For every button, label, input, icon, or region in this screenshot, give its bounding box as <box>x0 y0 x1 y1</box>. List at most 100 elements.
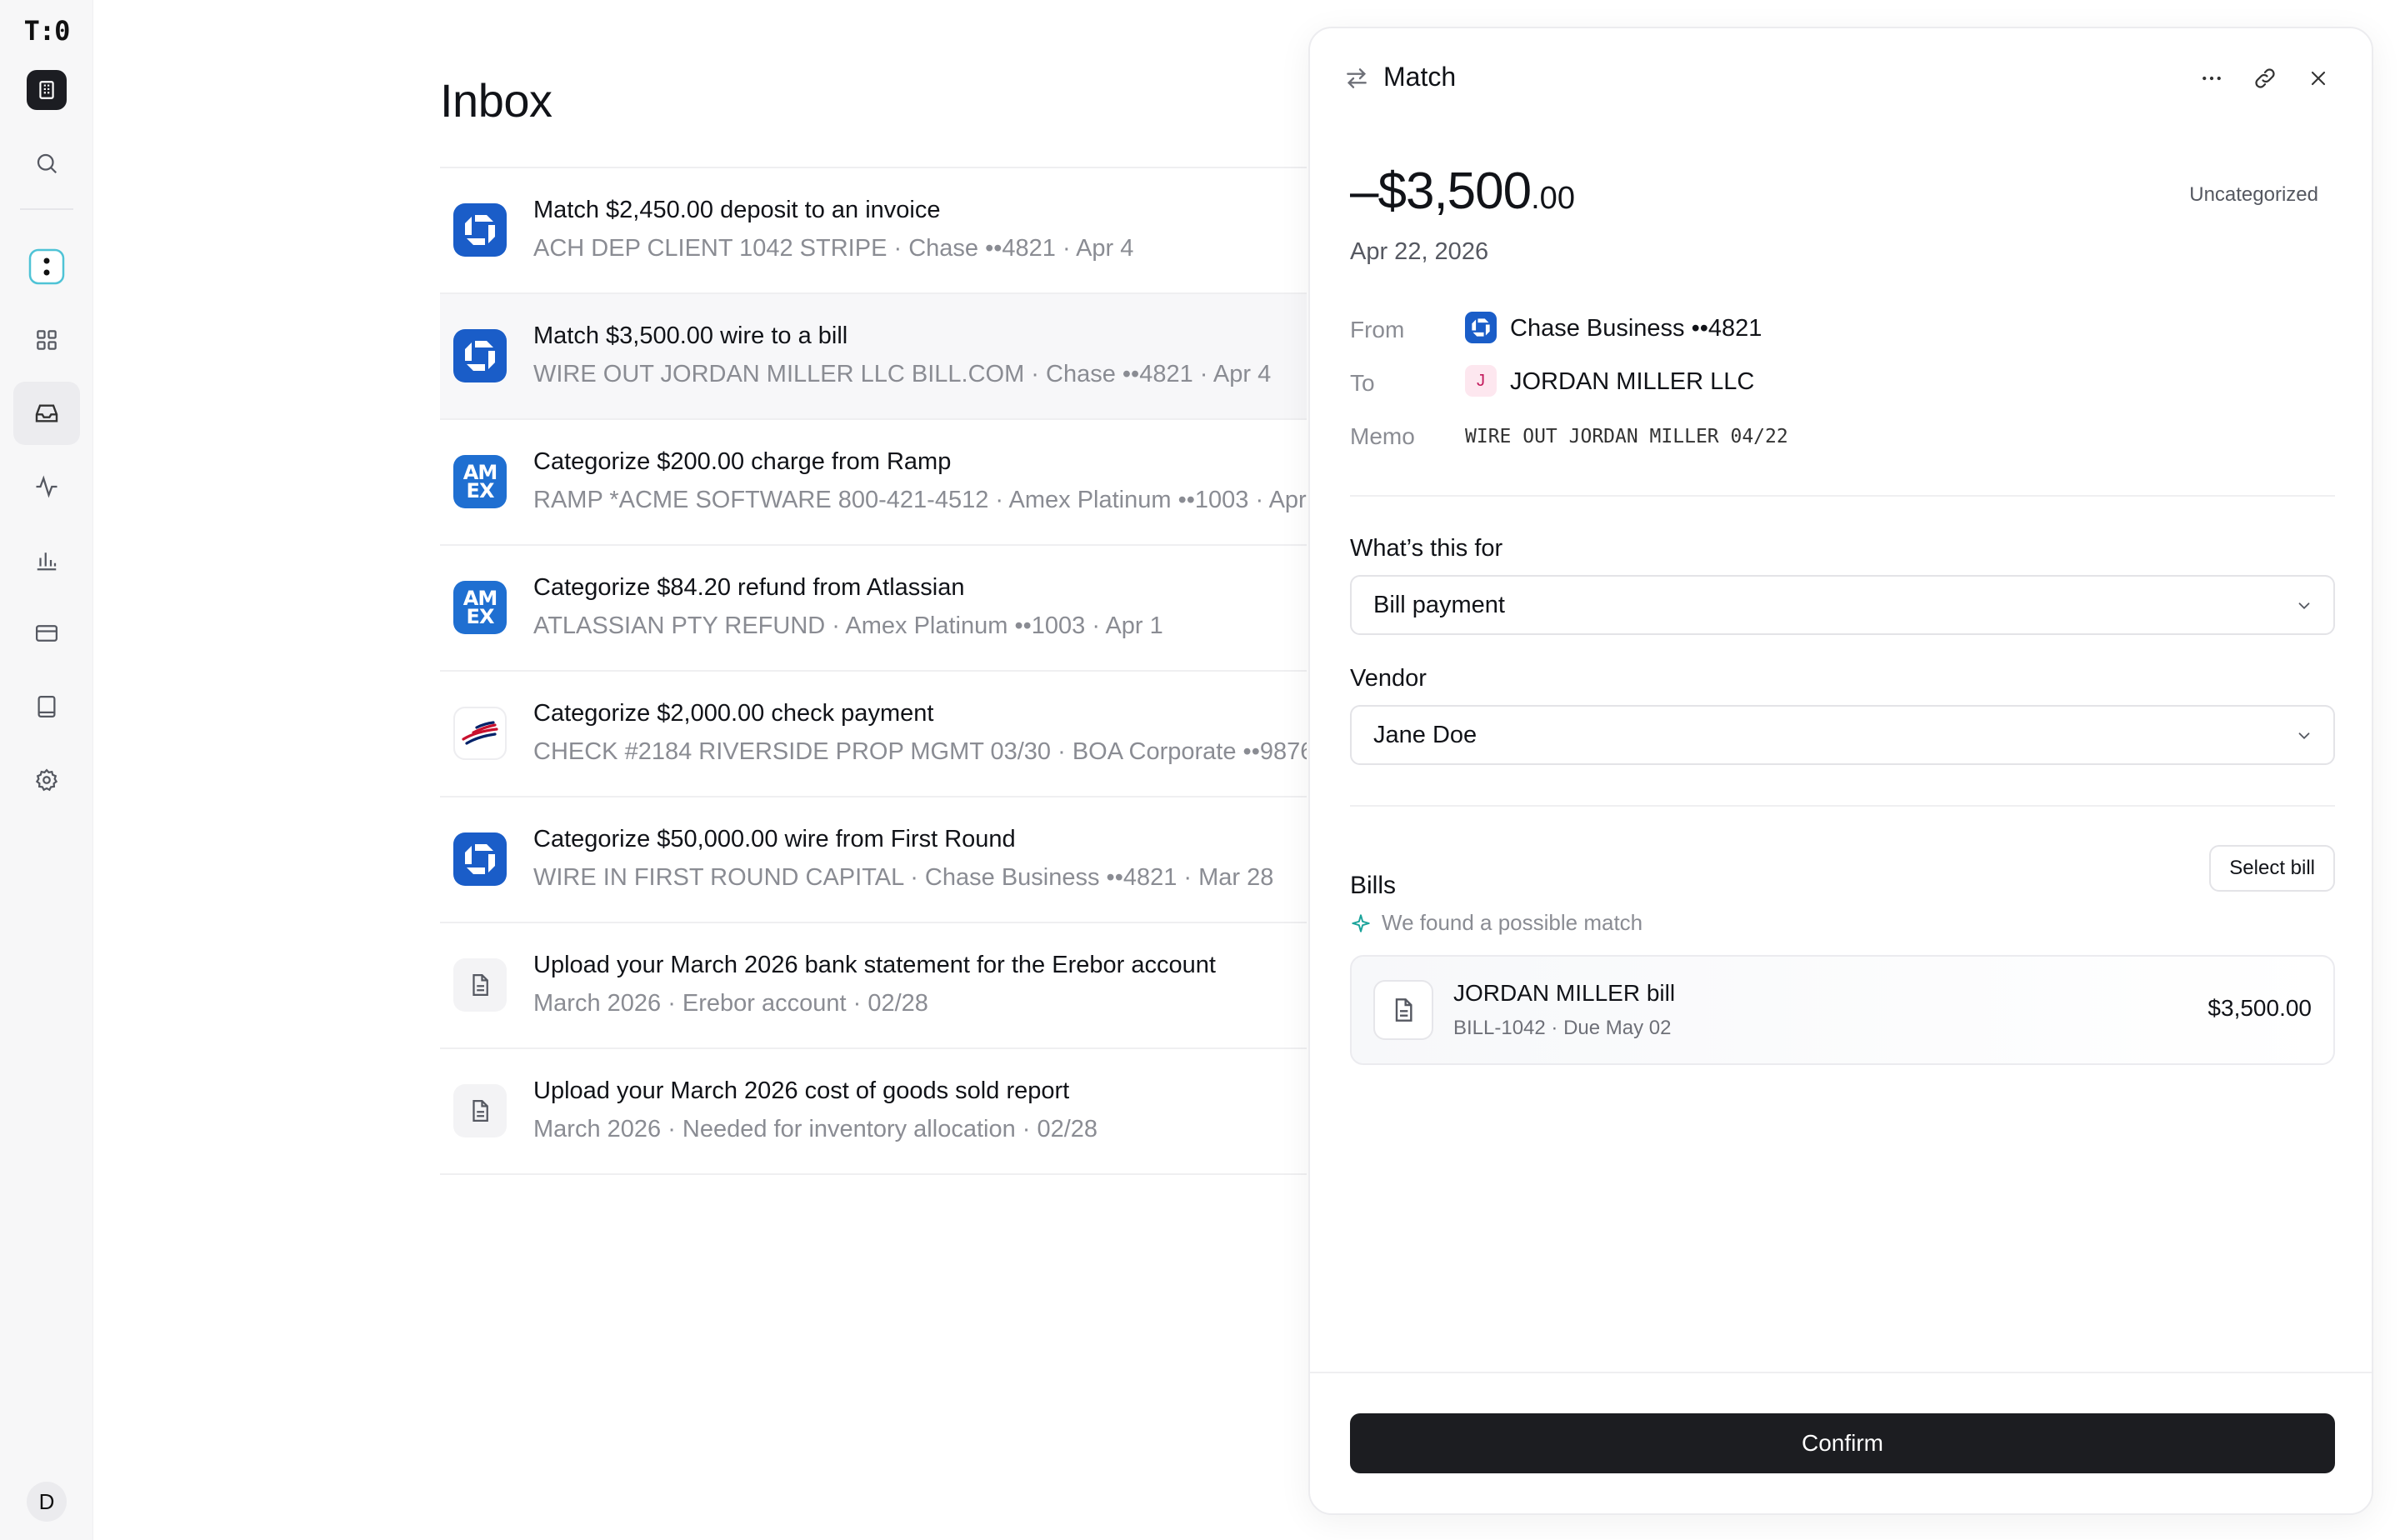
footer-divider <box>1310 1372 2372 1373</box>
inbox-item[interactable]: Upload your March 2026 bank statement fo… <box>440 923 1307 1049</box>
inbox-item[interactable]: Upload your March 2026 cost of goods sol… <box>440 1049 1307 1175</box>
user-avatar[interactable]: D <box>27 1482 67 1522</box>
book-icon <box>38 696 56 718</box>
divider <box>1350 495 2335 497</box>
chase-logo-icon <box>453 203 507 257</box>
sidebar-item-inbox[interactable] <box>13 382 80 445</box>
inbox-item[interactable]: Match $3,500.00 wire to a bill WIRE OUT … <box>440 294 1307 420</box>
inbox-item-title: Match $3,500.00 wire to a bill <box>533 322 848 349</box>
sidebar-item-settings[interactable] <box>13 748 80 812</box>
transaction-date: Apr 22, 2026 <box>1350 238 1489 265</box>
bill-match-card[interactable]: JORDAN MILLER bill BILL-1042 · Due May 0… <box>1350 955 2335 1065</box>
chase-logo-icon <box>453 329 507 382</box>
amex-logo-text: EX <box>466 479 495 502</box>
sidebar-divider <box>20 208 73 210</box>
grid-icon <box>37 330 57 350</box>
inbox-item[interactable]: AM EX Categorize $200.00 charge from Ram… <box>440 420 1307 546</box>
sidebar-item-cards[interactable] <box>13 602 80 665</box>
inbox-item-subtitle: March 2026 · Erebor account · 02/28 <box>533 990 928 1017</box>
inbox-item-title: Categorize $50,000.00 wire from First Ro… <box>533 826 1016 852</box>
divider <box>1350 805 2335 807</box>
memo-value: WIRE OUT JORDAN MILLER 04/22 <box>1465 426 1788 448</box>
vendor-select[interactable]: Jane Doe <box>1350 705 2335 765</box>
more-button[interactable] <box>2195 62 2228 95</box>
inbox-item-title: Categorize $84.20 refund from Atlassian <box>533 574 965 601</box>
inbox-item-subtitle: ATLASSIAN PTY REFUND · Amex Platinum ••1… <box>533 612 1163 639</box>
category-badge[interactable]: Uncategorized <box>2189 183 2318 207</box>
amex-logo-text: EX <box>466 605 495 628</box>
sidebar: T:0 D <box>0 0 93 1540</box>
inbox-item-title: Categorize $200.00 charge from Ramp <box>533 448 952 475</box>
chase-logo-icon <box>453 832 507 886</box>
match-panel: Match –$3,500.00 Uncategorized Apr 22, 2… <box>1308 27 2373 1515</box>
vendor-avatar: J <box>1465 365 1497 397</box>
chase-logo-icon <box>1465 312 1497 343</box>
document-icon <box>453 958 507 1012</box>
inbox-item-title: Upload your March 2026 bank statement fo… <box>533 952 1216 978</box>
document-icon <box>1373 980 1433 1040</box>
match-hint: We found a possible match <box>1350 910 1642 936</box>
bill-title: JORDAN MILLER bill <box>1453 980 1676 1006</box>
gear-icon <box>35 768 58 792</box>
inbox-item-subtitle: ACH DEP CLIENT 1042 STRIPE · Chase ••482… <box>533 235 1134 262</box>
credit-card-icon <box>36 625 58 642</box>
page-title: Inbox <box>440 74 552 127</box>
document-icon <box>453 1084 507 1138</box>
building-icon <box>39 81 54 99</box>
sidebar-item-search[interactable] <box>13 132 80 195</box>
search-icon <box>37 153 58 174</box>
inbox-item-subtitle: WIRE IN FIRST ROUND CAPITAL · Chase Busi… <box>533 864 1274 891</box>
inbox-item[interactable]: Match $2,450.00 deposit to an invoice AC… <box>440 168 1307 294</box>
transaction-amount: –$3,500.00 <box>1350 162 1575 221</box>
copy-link-button[interactable] <box>2248 62 2282 95</box>
inbox-item-subtitle: WIRE OUT JORDAN MILLER LLC BILL.COM · Ch… <box>533 361 1272 388</box>
to-vendor: JORDAN MILLER LLC <box>1510 368 1755 395</box>
link-icon <box>2255 68 2275 88</box>
vendor-label: Vendor <box>1350 665 1427 692</box>
from-label: From <box>1350 317 1405 342</box>
purpose-select-value: Bill payment <box>1373 591 1505 618</box>
bills-section-title: Bills <box>1350 872 1397 899</box>
amex-logo-icon: AM EX <box>453 455 507 508</box>
vendor-select-value: Jane Doe <box>1373 721 1478 748</box>
to-label: To <box>1350 370 1375 396</box>
app-logo: T:0 <box>23 15 71 47</box>
bar-chart-icon <box>37 552 57 571</box>
amount-main: –$3,500 <box>1350 162 1532 220</box>
bill-amount: $3,500.00 <box>2208 995 2312 1021</box>
close-button[interactable] <box>2302 62 2335 95</box>
swap-icon <box>1343 65 1370 96</box>
amex-logo-icon: AM EX <box>453 581 507 634</box>
amount-cents: .00 <box>1531 181 1575 216</box>
chevron-down-icon <box>2298 602 2310 610</box>
inbox-item-subtitle: CHECK #2184 RIVERSIDE PROP MGMT 03/30 · … <box>533 738 1307 765</box>
inbox-list: Match $2,450.00 deposit to an invoice AC… <box>440 167 1307 1175</box>
inbox-item[interactable]: Categorize $2,000.00 check payment CHECK… <box>440 672 1307 798</box>
inbox-item[interactable]: AM EX Categorize $84.20 refund from Atla… <box>440 546 1307 672</box>
inbox-item-title: Upload your March 2026 cost of goods sol… <box>533 1078 1070 1104</box>
panel-title: Match <box>1383 62 1457 92</box>
match-hint-text: We found a possible match <box>1382 910 1643 935</box>
inbox-item[interactable]: Categorize $50,000.00 wire from First Ro… <box>440 798 1307 923</box>
bill-subtitle: BILL-1042 · Due May 02 <box>1453 1017 1672 1039</box>
sidebar-item-reports[interactable] <box>13 528 80 592</box>
inbox-icon <box>35 404 58 422</box>
sparkle-icon <box>1352 913 1370 932</box>
select-bill-button[interactable]: Select bill <box>2209 845 2335 892</box>
sidebar-item-ledger[interactable] <box>13 675 80 738</box>
sidebar-item-assistant[interactable] <box>13 235 80 298</box>
close-icon <box>2311 71 2326 86</box>
confirm-button[interactable]: Confirm <box>1350 1413 2335 1473</box>
dots-icon <box>28 248 65 285</box>
sidebar-item-dashboard[interactable] <box>13 308 80 372</box>
memo-label: Memo <box>1350 423 1415 449</box>
inbox-item-title: Categorize $2,000.00 check payment <box>533 700 934 727</box>
inbox-item-title: Match $2,450.00 deposit to an invoice <box>533 197 941 223</box>
inbox-item-subtitle: RAMP *ACME SOFTWARE 800-421-4512 · Amex … <box>533 487 1307 513</box>
more-horizontal-icon <box>2202 76 2221 81</box>
purpose-label: What’s this for <box>1350 535 1503 562</box>
purpose-select[interactable]: Bill payment <box>1350 575 2335 635</box>
chevron-down-icon <box>2298 732 2310 740</box>
organization-button[interactable] <box>27 70 67 110</box>
sidebar-item-activity[interactable] <box>13 455 80 518</box>
